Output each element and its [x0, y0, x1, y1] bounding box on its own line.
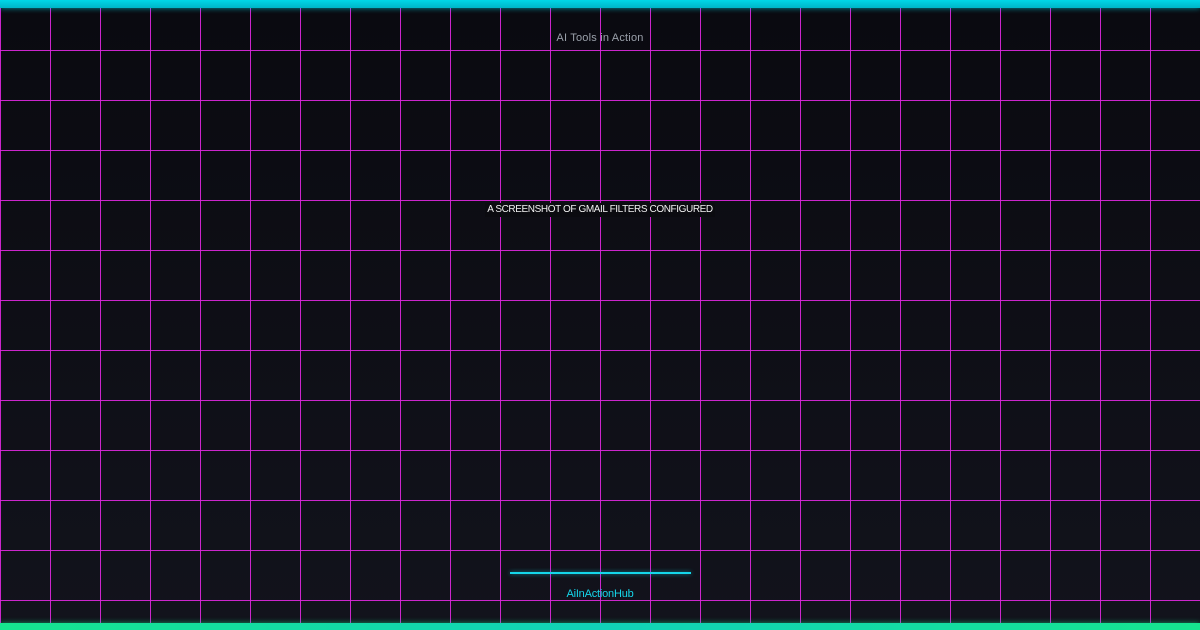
- footer-brand-name: AiInActionHub: [566, 588, 634, 600]
- top-accent-bar: [0, 0, 1200, 8]
- neon-grid-background: [0, 0, 1200, 630]
- brand-title: AI Tools in Action: [556, 32, 644, 44]
- image-caption: A SCREENSHOT OF GMAIL FILTERS CONFIGURED: [0, 201, 1200, 217]
- bottom-accent-bar: [0, 623, 1200, 630]
- footer-divider: [510, 572, 691, 574]
- social-card: AI Tools in Action A SCREENSHOT OF GMAIL…: [0, 0, 1200, 630]
- image-caption-text: A SCREENSHOT OF GMAIL FILTERS CONFIGURED: [485, 203, 715, 217]
